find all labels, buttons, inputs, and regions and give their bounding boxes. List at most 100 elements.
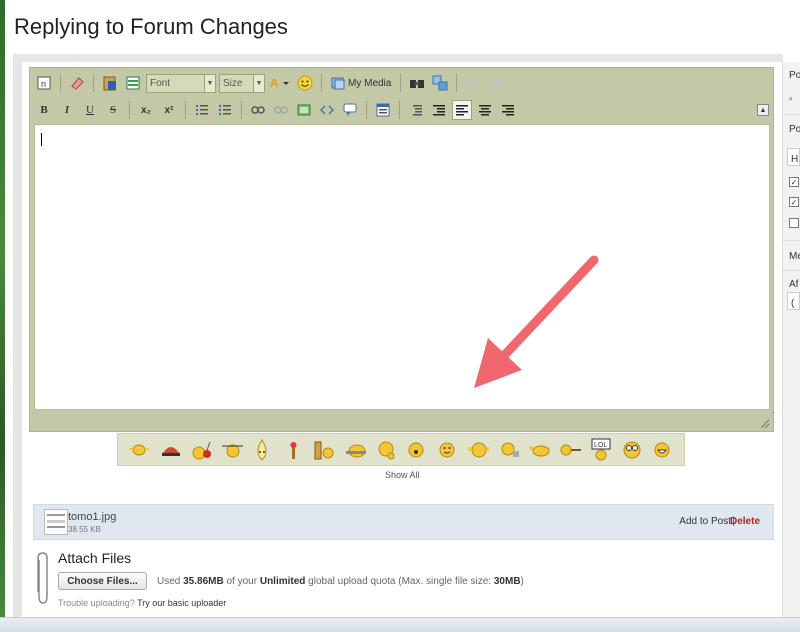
message-textarea[interactable] <box>34 124 770 410</box>
sidebar-heading-post: Po <box>789 70 800 81</box>
smiley-lol-icon[interactable]: LOL <box>590 438 612 461</box>
sidebar-select[interactable]: ( <box>787 292 800 310</box>
toolbar-row-2: B I U S x₂ x² <box>34 98 518 122</box>
outdent-icon[interactable] <box>406 100 426 120</box>
find-icon[interactable] <box>407 73 427 93</box>
smiley-stretch-icon[interactable] <box>467 439 489 461</box>
replace-icon[interactable] <box>430 73 450 93</box>
show-all-smilies-link[interactable]: Show All <box>385 470 420 480</box>
smiley-glasses-icon[interactable] <box>621 439 643 461</box>
quota-prefix: Used <box>157 576 184 587</box>
smiley-redhat-icon[interactable] <box>159 439 181 461</box>
smiley-sweat-icon[interactable] <box>344 439 366 461</box>
sidebar-checkbox-2[interactable]: ✓ <box>789 197 799 207</box>
sidebar-checkbox-1[interactable]: ✓ <box>789 177 799 187</box>
align-right-icon[interactable] <box>498 100 518 120</box>
smiley-plain-icon[interactable] <box>436 439 458 461</box>
quota-max: 30MB <box>493 576 521 587</box>
toolbar-separator <box>129 101 130 119</box>
unlink-icon[interactable] <box>271 100 291 120</box>
redo-icon[interactable] <box>486 73 506 93</box>
options-sidebar <box>782 62 800 622</box>
italic-button[interactable]: I <box>57 100 77 120</box>
bold-button[interactable]: B <box>34 100 54 120</box>
chevron-down-icon: ▼ <box>204 74 215 92</box>
add-to-post-link[interactable]: Add to Post <box>679 516 731 527</box>
smiley-ruler-icon[interactable] <box>313 439 335 461</box>
table-icon[interactable] <box>373 100 393 120</box>
quote-icon[interactable] <box>340 100 360 120</box>
paste-word-icon[interactable] <box>100 73 120 93</box>
toolbar-separator <box>93 74 94 92</box>
align-left-icon[interactable] <box>452 100 472 120</box>
smiley-bomb-icon[interactable] <box>190 439 212 461</box>
chevron-down-icon: ▼ <box>253 74 264 92</box>
smiley-drop-icon[interactable] <box>251 438 273 461</box>
smiley-think-icon[interactable] <box>375 439 397 461</box>
attachment-filesize: 38.55 KB <box>68 525 101 534</box>
svg-text:n: n <box>41 79 46 89</box>
attachment-thumbnail <box>44 509 68 535</box>
upload-quota-text: Used 35.86MB of your Unlimited global up… <box>157 576 524 587</box>
quota-end: ) <box>520 576 524 587</box>
sidebar-heading-after: Af <box>789 279 799 290</box>
sidebar-heading-post-options: Po <box>789 124 800 135</box>
smiley-insert-icon[interactable] <box>295 73 315 93</box>
source-icon[interactable]: n <box>34 73 54 93</box>
unordered-list-icon[interactable] <box>215 100 235 120</box>
toolbar-separator <box>400 74 402 92</box>
eraser-icon[interactable] <box>67 73 87 93</box>
smiley-arrows-icon[interactable] <box>221 439 243 461</box>
underline-button[interactable]: U <box>80 100 100 120</box>
toolbar-separator <box>185 101 186 119</box>
sidebar-divider <box>783 240 800 241</box>
smiley-eek-icon[interactable] <box>405 439 427 461</box>
toolbar-separator <box>366 101 367 119</box>
delete-attachment-link[interactable]: Delete <box>730 516 760 527</box>
font-select[interactable]: Font ▼ <box>146 73 216 93</box>
align-center-icon[interactable] <box>475 100 495 120</box>
attach-files-heading: Attach Files <box>58 550 132 566</box>
background-strip-left <box>0 0 5 632</box>
sidebar-heading-misc: Me <box>789 251 800 262</box>
toolbar-row-1: n Font ▼ Size ▼ A My Media <box>34 71 506 95</box>
indent-icon[interactable] <box>429 100 449 120</box>
my-media-button[interactable]: My Media <box>328 76 394 90</box>
subscript-button[interactable]: x₂ <box>136 100 156 120</box>
link-icon[interactable] <box>248 100 268 120</box>
basic-uploader-link[interactable]: Try our basic uploader <box>137 598 226 608</box>
sidebar-checkbox-3[interactable] <box>789 218 799 228</box>
trouble-prefix: Trouble uploading? <box>58 598 138 608</box>
smiley-wave-icon[interactable] <box>498 439 520 461</box>
undo-icon[interactable] <box>463 73 483 93</box>
paste-text-icon[interactable] <box>123 73 143 93</box>
annotation-arrow-icon <box>474 255 599 388</box>
smiley-grin-icon[interactable] <box>651 439 673 461</box>
text-caret <box>41 133 42 146</box>
ordered-list-icon[interactable] <box>192 100 212 120</box>
smiley-dance-icon[interactable] <box>528 439 551 461</box>
sidebar-small-icon: ▫ <box>789 94 793 105</box>
text-color-icon[interactable]: A <box>268 73 292 93</box>
attachment-row: tomo1.jpg 38.55 KB Add to Post | Delete <box>33 504 774 540</box>
size-select[interactable]: Size ▼ <box>219 73 265 93</box>
choose-files-button[interactable]: Choose Files... <box>58 572 147 590</box>
smiley-lol-text: LOL <box>594 442 607 449</box>
resize-grip-icon[interactable] <box>758 417 770 429</box>
superscript-button[interactable]: x² <box>159 100 179 120</box>
code-icon[interactable] <box>317 100 337 120</box>
smiley-key-icon[interactable] <box>559 439 582 461</box>
toolbar-separator <box>399 101 400 119</box>
toolbar-separator <box>456 74 458 92</box>
quota-used: 35.86MB <box>183 576 224 587</box>
strikethrough-button[interactable]: S <box>103 100 123 120</box>
attachment-filename: tomo1.jpg <box>68 511 117 523</box>
sidebar-select-value: ( <box>791 298 795 309</box>
smiley-sign-icon[interactable] <box>128 439 150 461</box>
toolbar-separator <box>60 74 61 92</box>
image-icon[interactable] <box>294 100 314 120</box>
sidebar-input[interactable]: H <box>787 148 800 166</box>
quota-plan: Unlimited <box>259 576 306 587</box>
collapse-toolbar-icon[interactable]: ▲ <box>757 104 769 116</box>
smiley-torch-icon[interactable] <box>282 439 304 461</box>
